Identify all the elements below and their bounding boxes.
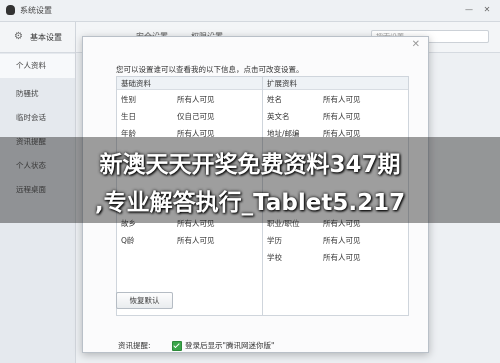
panel-title: 扩展资料 xyxy=(263,77,408,90)
sidebar-header-label: 基本设置 xyxy=(30,33,62,42)
dialog-intro: 您可以设置谁可以查看我的以下信息，点击可改变设置。 xyxy=(116,65,304,74)
news-reminder-label: 资讯提醒: xyxy=(118,341,151,350)
sidebar-item-temp-chat[interactable]: 临时会话 xyxy=(0,106,75,130)
sidebar-item-anti-harass[interactable]: 防骚扰 xyxy=(0,82,75,106)
list-item[interactable]: 学历 所有人可见 xyxy=(263,232,408,249)
list-item[interactable]: 性别 所有人可见 xyxy=(117,91,262,108)
visibility-value[interactable]: 所有人可见 xyxy=(323,249,361,266)
list-item[interactable]: 英文名 所有人可见 xyxy=(263,108,408,125)
field-label: 学历 xyxy=(267,236,282,245)
watermark-overlay: 新澳天天开奖免费资料347期 ,专业解答执行_Tablet5.217 xyxy=(0,137,500,223)
overlay-line-2: ,专业解答执行_Tablet5.217 xyxy=(94,190,406,216)
sidebar-item-profile[interactable]: 个人资料 xyxy=(0,54,75,78)
visibility-value[interactable]: 所有人可见 xyxy=(323,108,361,125)
panel-title: 基础资料 xyxy=(117,77,262,90)
visibility-value[interactable]: 所有人可见 xyxy=(177,232,215,249)
minimize-button[interactable]: — xyxy=(462,3,476,16)
field-label: 英文名 xyxy=(267,112,290,121)
field-label: 性别 xyxy=(121,95,136,104)
show-news-checkbox[interactable] xyxy=(172,341,182,351)
overlay-line-1: 新澳天天开奖免费资料347期 xyxy=(99,152,401,178)
list-item[interactable]: 生日 仅自己可见 xyxy=(117,108,262,125)
visibility-value[interactable]: 所有人可见 xyxy=(177,91,215,108)
visibility-value[interactable]: 所有人可见 xyxy=(323,91,361,108)
list-item[interactable]: 学校 所有人可见 xyxy=(263,249,408,266)
sidebar-header[interactable]: ⚙ 基本设置 xyxy=(0,22,75,53)
penguin-icon xyxy=(6,5,15,15)
visibility-value[interactable]: 仅自己可见 xyxy=(177,108,215,125)
gear-icon: ⚙ xyxy=(14,31,23,42)
field-label: 生日 xyxy=(121,112,136,121)
close-icon[interactable]: ✕ xyxy=(412,39,420,50)
restore-default-button[interactable]: 恢复默认 xyxy=(116,292,173,309)
list-item[interactable]: Q龄 所有人可见 xyxy=(117,232,262,249)
field-label: Q龄 xyxy=(121,236,135,245)
title-bar: 系统设置 — ✕ xyxy=(0,0,500,22)
visibility-value[interactable]: 所有人可见 xyxy=(323,232,361,249)
field-label: 姓名 xyxy=(267,95,282,104)
window-title: 系统设置 xyxy=(20,6,52,15)
show-news-option-label: 登录后显示"腾讯网迷你版" xyxy=(185,341,275,350)
field-label: 学校 xyxy=(267,253,282,262)
close-window-button[interactable]: ✕ xyxy=(480,3,494,16)
list-item[interactable]: 姓名 所有人可见 xyxy=(263,91,408,108)
